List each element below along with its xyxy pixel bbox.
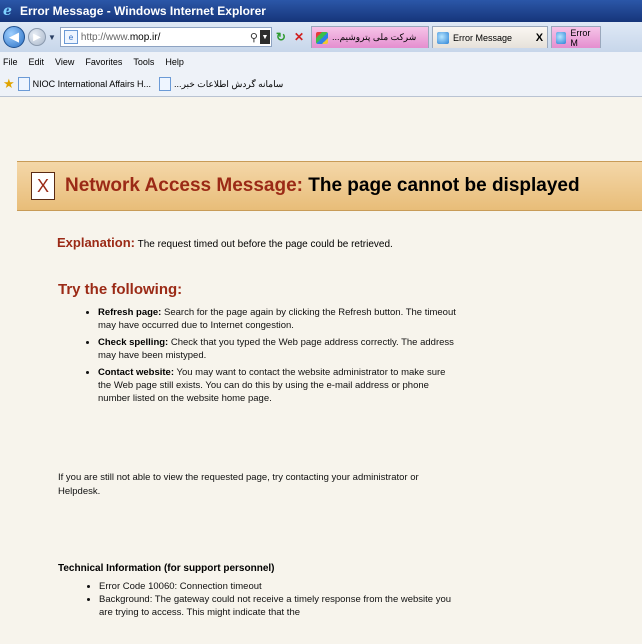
explanation-text: The request timed out before the page co… [137,239,393,250]
banner-prefix: Network Access Message: [65,175,303,196]
error-x-icon: X [31,172,55,200]
stop-icon[interactable]: ✕ [294,30,304,44]
explanation-label: Explanation: [57,235,136,250]
menu-view[interactable]: View [55,57,74,67]
window-titlebar: e Error Message - Windows Internet Explo… [0,0,642,22]
list-item: Background: The gateway could not receiv… [99,593,459,619]
tab-error-message-2[interactable]: Error M [551,26,602,48]
banner-message: The page cannot be displayed [308,175,580,196]
page-content: X Network Access Message: The page canno… [0,97,642,644]
favorite-label: ...سامانه گردش اطلاعات خبر [174,78,284,89]
back-button[interactable]: ◀ [3,26,25,48]
address-bar[interactable]: e http://www. mop.ir/ ⚲ ▼ [59,27,272,47]
navigation-bar: ◀ ▶ ▼ e http://www. mop.ir/ ⚲ ▼ ↻ ✕ ...شر… [0,22,642,52]
menu-favorites[interactable]: Favorites [85,57,122,67]
tab-error-message[interactable]: Error Message X [432,26,549,48]
list-item: Error Code 10060: Connection timeout [99,580,459,593]
menu-bar: File Edit View Favorites Tools Help [0,52,642,72]
technical-heading: Technical Information (for support perso… [58,563,275,574]
tab-close-icon[interactable]: X [536,32,543,44]
favorites-star-icon[interactable]: ★ [3,76,15,92]
tab-petrochemical[interactable]: ...شرکت ملی پتروشیم [311,26,430,48]
address-dropdown-icon[interactable]: ▼ [259,30,270,44]
tab-label: Error Message [453,32,513,43]
favorites-bar: ★ NIOC International Affairs H... ...سام… [0,72,642,97]
error-banner: X Network Access Message: The page canno… [17,161,642,211]
menu-tools[interactable]: Tools [133,57,154,67]
favorite-page-icon [159,77,172,91]
favorite-item-news[interactable]: ...سامانه گردش اطلاعات خبر [159,77,283,91]
favorite-page-icon [17,77,30,91]
banner-title: Network Access Message: The page cannot … [65,175,580,197]
search-icon[interactable]: ⚲ [248,31,260,44]
menu-help[interactable]: Help [165,57,184,67]
window-title: Error Message - Windows Internet Explore… [20,4,266,18]
explanation: Explanation: The request timed out befor… [57,235,393,250]
list-item: Refresh page: Search for the page again … [98,306,458,332]
address-host: mop.ir/ [129,31,161,43]
list-item: Contact website: You may want to contact… [98,366,458,405]
tip-label: Refresh page: [98,307,162,318]
try-heading: Try the following: [58,281,183,298]
tab-ie-icon [437,31,450,44]
favorite-item-nioc[interactable]: NIOC International Affairs H... [17,77,152,91]
address-prefix: http://www. [80,31,130,43]
still-not-able-text: If you are still not able to view the re… [58,472,419,497]
favorite-label: NIOC International Affairs H... [32,79,152,89]
forward-button[interactable]: ▶ [28,28,46,46]
tab-label: ...شرکت ملی پتروشیم [332,32,417,42]
ie-logo-icon: e [3,3,12,19]
tab-site-icon [316,31,329,44]
technical-list: Error Code 10060: Connection timeout Bac… [81,580,459,619]
list-item: Check spelling: Check that you typed the… [98,336,458,362]
menu-edit[interactable]: Edit [29,57,45,67]
tip-label: Check spelling: [98,337,169,348]
history-dropdown-icon[interactable]: ▼ [48,33,56,42]
tab-label: Error M [570,27,591,48]
tip-label: Contact website: [98,367,175,378]
page-icon: e [63,30,78,44]
refresh-icon[interactable]: ↻ [276,30,286,44]
tips-list: Refresh page: Search for the page again … [80,306,458,409]
menu-file[interactable]: File [3,57,18,67]
tab-ie-icon [556,31,567,44]
